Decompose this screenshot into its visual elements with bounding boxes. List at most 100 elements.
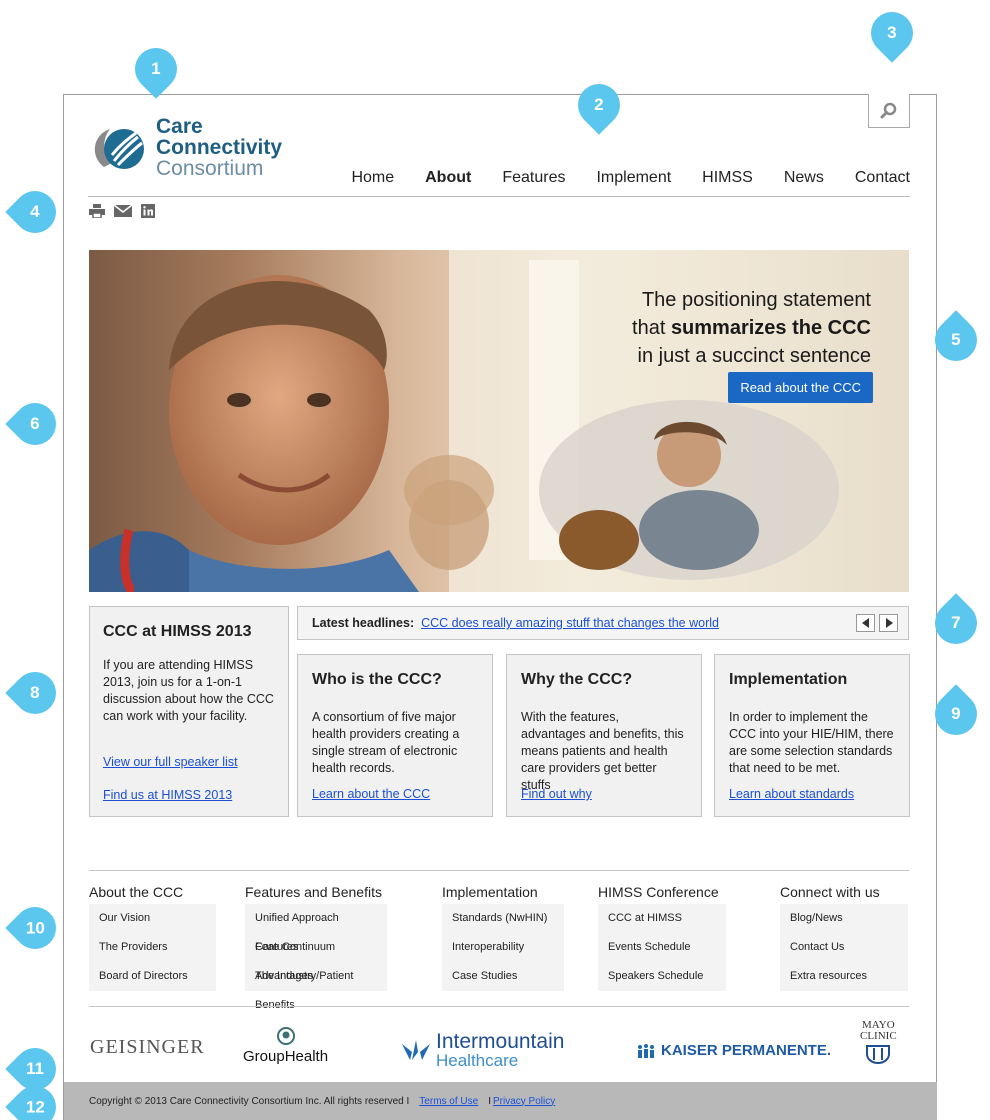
intermountain-logo-icon <box>402 1040 430 1060</box>
mayo-shield-icon <box>866 1045 891 1064</box>
annotation-marker-10: 10 <box>5 898 65 958</box>
card-body: In order to implement the CCC into your … <box>729 710 894 775</box>
copyright-separator: I <box>488 1095 491 1107</box>
partners-divider <box>89 1006 909 1007</box>
footer-link[interactable]: Board of Directors <box>99 962 206 991</box>
nav-home[interactable]: Home <box>351 169 394 187</box>
hero-line-2-bold: summarizes the CCC <box>670 317 871 339</box>
footer-col-title: HIMSS Conference <box>598 884 719 900</box>
hero-line-1: The positioning statement <box>641 289 871 311</box>
card-title: Why the CCC? <box>521 671 633 688</box>
footer-link[interactable]: Unified Approach Features <box>255 904 377 953</box>
find-us-link[interactable]: Find us at HIMSS 2013 <box>103 788 232 802</box>
main-nav: Home About Features Implement HIMSS News… <box>320 169 910 187</box>
nav-features[interactable]: Features <box>502 169 565 187</box>
footer-divider <box>89 870 909 871</box>
himss-callout: CCC at HIMSS 2013 If you are attending H… <box>89 606 289 817</box>
partner-intermountain[interactable]: Intermountain Healthcare <box>400 1030 565 1070</box>
site-logo[interactable]: Care Connectivity Consortium <box>88 116 282 179</box>
footer-col-implementation: Implementation Standards (NwHIN) Interop… <box>442 884 564 991</box>
footer-col-himss: HIMSS Conference CCC at HIMSS Events Sch… <box>598 884 726 991</box>
footer-col-title: Implementation <box>442 884 538 900</box>
card-who: Who is the CCC? A consortium of five maj… <box>297 654 493 817</box>
footer-link[interactable]: Our Vision <box>99 904 206 933</box>
copyright-text: Copyright © 2013 Care Connectivity Conso… <box>89 1095 410 1107</box>
footer-link[interactable]: The Industry/Patient Benefits <box>255 962 377 1011</box>
search-button[interactable] <box>868 94 910 128</box>
partner-mayo[interactable]: MAYO CLINIC <box>860 1020 897 1064</box>
nav-about[interactable]: About <box>425 169 471 187</box>
footer-link[interactable]: Extra resources <box>790 962 898 991</box>
headline-link[interactable]: CCC does really amazing stuff that chang… <box>421 616 719 630</box>
footer-col-features: Features and Benefits Unified Approach F… <box>245 884 387 1011</box>
header-divider <box>88 196 910 197</box>
footer-col-about: About the CCC Our Vision The Providers B… <box>89 884 216 991</box>
copyright-bar: Copyright © 2013 Care Connectivity Conso… <box>64 1082 937 1120</box>
footer-link[interactable]: The Providers <box>99 933 206 962</box>
kaiser-logo-icon <box>638 1043 654 1058</box>
arrow-left-icon <box>861 618 869 628</box>
intermountain-name: Intermountain <box>436 1030 565 1053</box>
card-why: Why the CCC? With the features, advantag… <box>506 654 702 817</box>
mayo-line-2: CLINIC <box>860 1030 897 1042</box>
grouphealth-name: GroupHealth <box>243 1048 329 1065</box>
privacy-link[interactable]: Privacy Policy <box>493 1096 555 1107</box>
footer-col-title: Features and Benefits <box>245 884 382 900</box>
hero-statement: The positioning statement that summarize… <box>632 286 871 370</box>
annotation-marker-3: 3 <box>862 3 922 63</box>
annotation-marker-6: 6 <box>5 394 65 454</box>
next-headline-button[interactable] <box>879 614 898 632</box>
footer-col-title: Connect with us <box>780 884 880 900</box>
hero-line-2: that summarizes the CCC <box>632 317 871 339</box>
footer-link[interactable]: Interoperability <box>452 933 554 962</box>
card-title: Implementation <box>729 671 848 688</box>
arrow-right-icon <box>885 618 893 628</box>
footer-link[interactable]: Blog/News <box>790 904 898 933</box>
hero-banner: The positioning statement that summarize… <box>89 250 909 592</box>
prev-headline-button[interactable] <box>856 614 875 632</box>
speaker-list-link[interactable]: View our full speaker list <box>103 755 238 769</box>
card-title: Who is the CCC? <box>312 671 442 688</box>
footer-link[interactable]: CCC at HIMSS <box>608 904 716 933</box>
logo-line-3: Consortium <box>156 157 264 180</box>
footer-link[interactable]: Standards (NwHIN) <box>452 904 554 933</box>
nav-contact[interactable]: Contact <box>855 169 910 187</box>
partner-geisinger[interactable]: GEISINGER <box>90 1036 205 1059</box>
nav-implement[interactable]: Implement <box>596 169 671 187</box>
card-link[interactable]: Find out why <box>521 787 592 801</box>
nav-himss[interactable]: HIMSS <box>702 169 753 187</box>
annotation-marker-1: 1 <box>126 39 186 99</box>
search-icon <box>880 102 897 118</box>
hero-line-3: in just a succinct sentence <box>637 345 871 367</box>
logo-icon <box>94 128 144 169</box>
linkedin-icon[interactable] <box>141 204 155 218</box>
logo-line-1: Care <box>156 115 203 138</box>
footer-link[interactable]: Speakers Schedule <box>608 962 716 991</box>
footer-link[interactable]: Contact Us <box>790 933 898 962</box>
annotation-marker-8: 8 <box>5 663 65 723</box>
logo-line-2: Connectivity <box>156 136 283 159</box>
partner-grouphealth[interactable]: GroupHealth <box>243 1026 328 1065</box>
card-implementation: Implementation In order to implement the… <box>714 654 910 817</box>
headlines-label: Latest headlines: <box>312 616 415 630</box>
footer-col-title: About the CCC <box>89 884 184 900</box>
kaiser-name: KAISER PERMANENTE. <box>661 1042 832 1059</box>
partner-kaiser[interactable]: KAISER PERMANENTE. <box>636 1042 831 1059</box>
footer-link[interactable]: Case Studies <box>452 962 554 991</box>
email-icon[interactable] <box>114 205 132 217</box>
intermountain-sub: Healthcare <box>436 1051 519 1070</box>
print-icon[interactable] <box>89 204 105 218</box>
nav-news[interactable]: News <box>784 169 824 187</box>
card-body: With the features, advantages and benefi… <box>521 710 684 792</box>
share-tools <box>89 204 155 218</box>
footer-link[interactable]: Care Continuum Advantages <box>255 933 377 982</box>
card-link[interactable]: Learn about standards <box>729 787 854 801</box>
card-body: A consortium of five major health provid… <box>312 710 460 775</box>
headlines-ticker: Latest headlines: CCC does really amazin… <box>297 606 909 640</box>
card-link[interactable]: Learn about the CCC <box>312 787 430 801</box>
himss-title: CCC at HIMSS 2013 <box>103 623 252 640</box>
terms-link[interactable]: Terms of Use <box>419 1096 478 1107</box>
grouphealth-logo-icon <box>276 1027 295 1045</box>
footer-link[interactable]: Events Schedule <box>608 933 716 962</box>
read-about-button[interactable]: Read about the CCC <box>728 372 873 403</box>
